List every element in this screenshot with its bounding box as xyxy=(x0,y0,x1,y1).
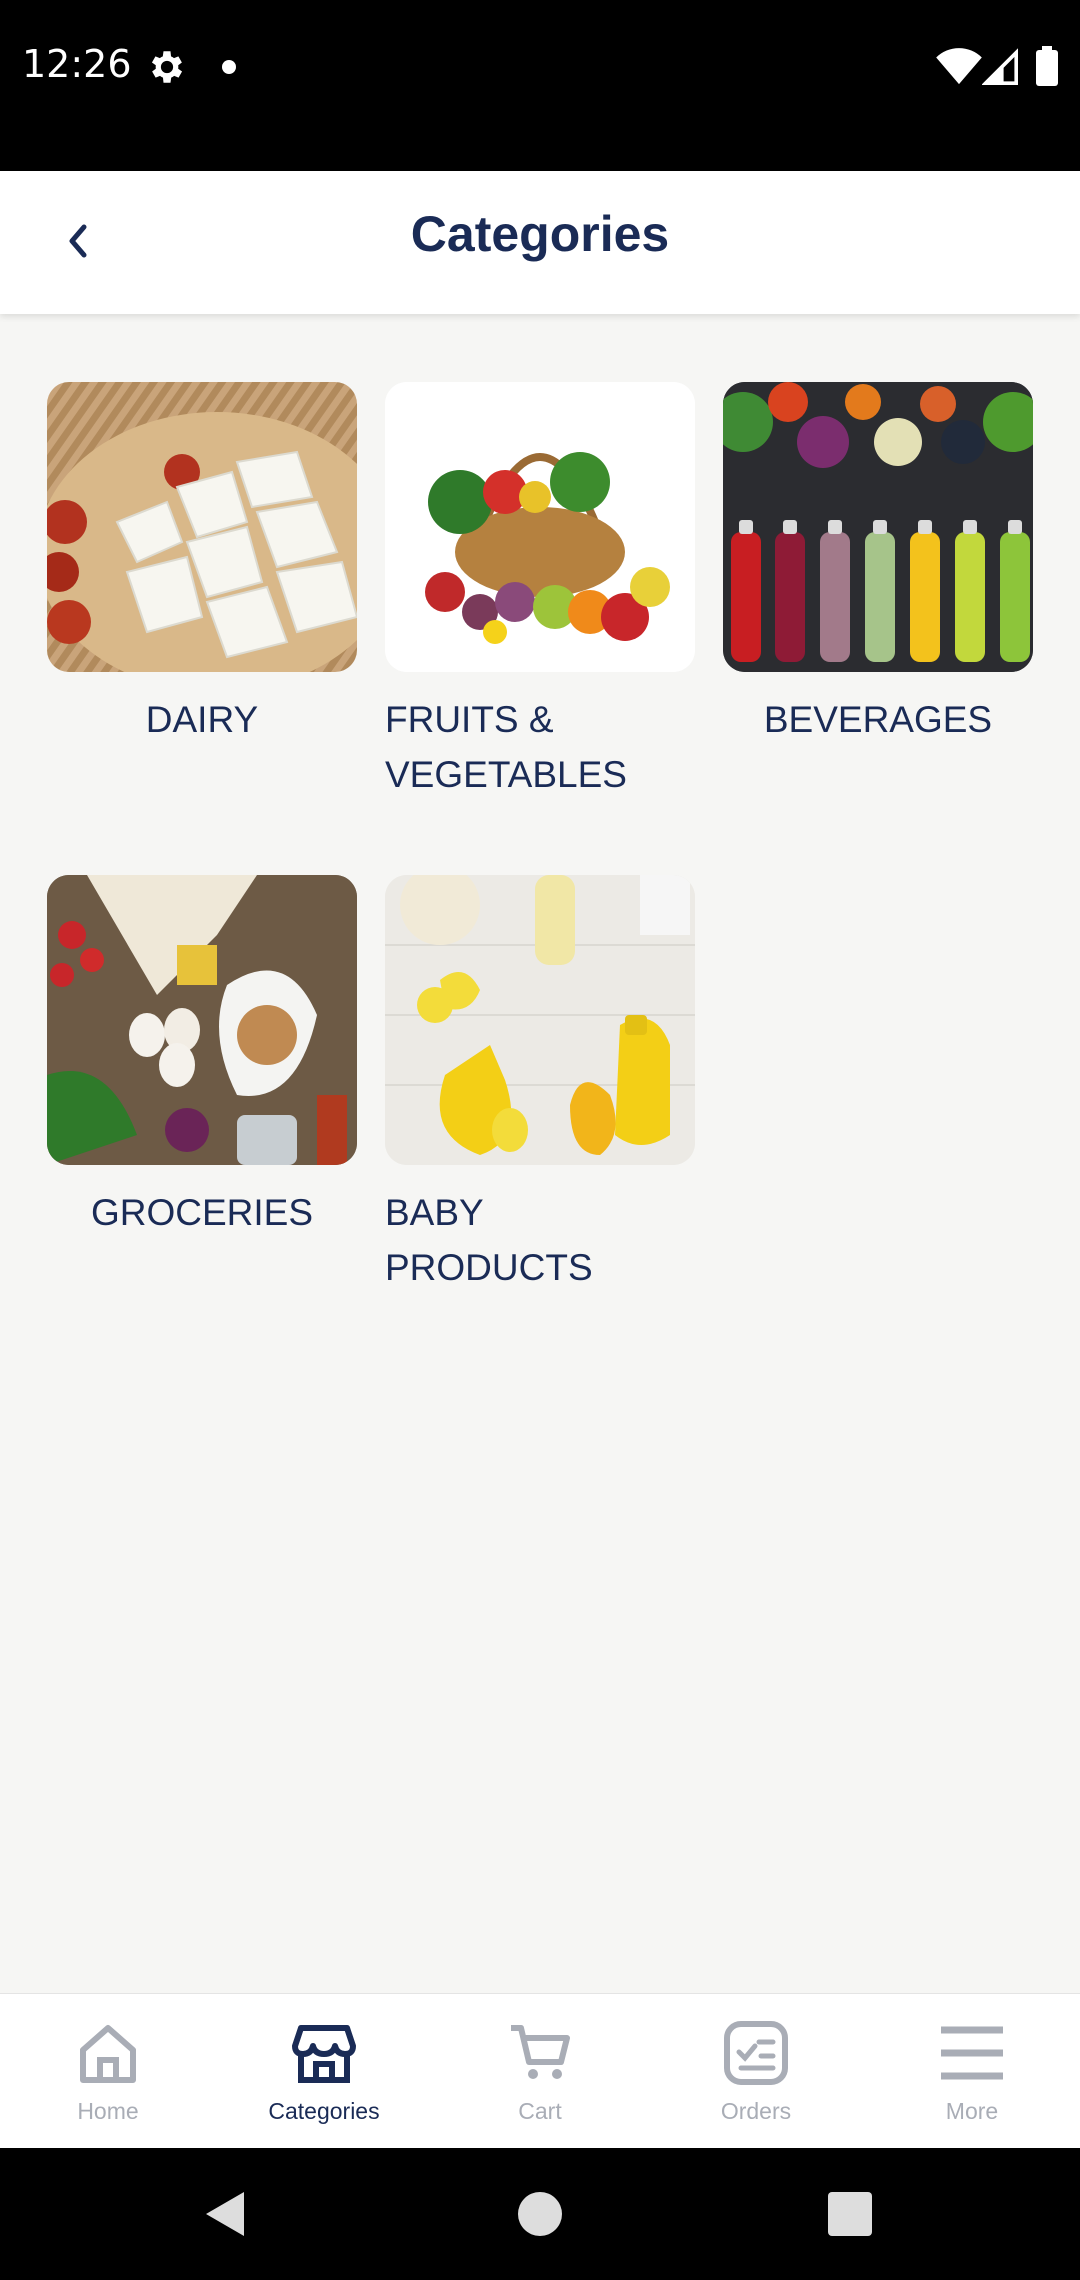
status-bar: 12:26 xyxy=(0,0,1080,171)
page-title: Categories xyxy=(410,206,670,262)
menu-icon xyxy=(941,2026,1003,2080)
notification-dot-icon xyxy=(222,60,236,74)
nav-label: Categories xyxy=(268,2098,380,2124)
nav-label: Cart xyxy=(518,2098,562,2124)
category-card-dairy[interactable]: DAIRY xyxy=(47,382,357,747)
battery-icon xyxy=(1036,46,1058,86)
categories-screen: 12:26 Categories DAIRY FRUITS & VEGETABL… xyxy=(0,0,1080,2280)
wifi-icon xyxy=(936,48,982,85)
fruits-vegetables-image xyxy=(385,382,695,672)
category-card-groceries[interactable]: GROCERIES xyxy=(47,875,357,1240)
baby-products-image xyxy=(385,875,695,1165)
signal-icon xyxy=(982,48,1018,85)
system-recents-icon[interactable] xyxy=(828,2192,872,2236)
nav-item-more[interactable]: More xyxy=(864,1994,1080,2149)
dairy-image xyxy=(47,382,357,672)
cart-icon xyxy=(511,2025,570,2079)
nav-label: Home xyxy=(77,2098,139,2124)
nav-item-cart[interactable]: Cart xyxy=(432,1994,648,2149)
category-card-beverages[interactable]: BEVERAGES xyxy=(723,382,1033,747)
nav-label: More xyxy=(945,2098,999,2124)
category-label: FRUITS & VEGETABLES xyxy=(385,699,627,795)
nav-item-orders[interactable]: Orders xyxy=(648,1994,864,2149)
store-icon xyxy=(292,2025,356,2083)
category-card-baby-products[interactable]: BABY PRODUCTS xyxy=(385,875,695,1295)
bottom-navigation: Home Categories Cart Orders More xyxy=(0,1993,1080,2148)
category-card-fruits-vegetables[interactable]: FRUITS & VEGETABLES xyxy=(385,382,695,802)
category-label: DAIRY xyxy=(145,699,259,740)
groceries-image xyxy=(47,875,357,1165)
system-navigation-bar xyxy=(0,2148,1080,2280)
system-back-icon[interactable] xyxy=(200,2188,250,2240)
category-label: BABY PRODUCTS xyxy=(385,1192,593,1288)
nav-item-home[interactable]: Home xyxy=(0,1994,216,2149)
home-icon xyxy=(80,2025,136,2083)
status-time: 12:26 xyxy=(22,42,132,86)
beverages-image xyxy=(723,382,1033,672)
orders-icon xyxy=(724,2021,788,2085)
settings-gear-icon xyxy=(151,51,183,83)
nav-label: Orders xyxy=(720,2098,792,2124)
category-label: BEVERAGES xyxy=(763,699,993,740)
app-header: Categories xyxy=(0,171,1080,314)
category-label: GROCERIES xyxy=(90,1192,314,1233)
system-home-icon[interactable] xyxy=(518,2192,562,2236)
nav-item-categories[interactable]: Categories xyxy=(216,1994,432,2149)
